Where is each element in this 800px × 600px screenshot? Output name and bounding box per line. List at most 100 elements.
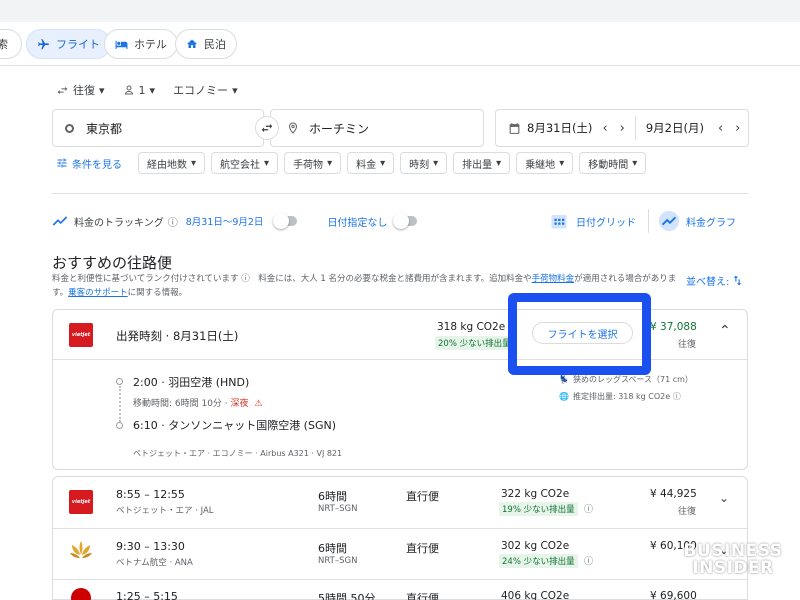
info-icon[interactable]: ⓘ [584,554,593,567]
filter-times[interactable]: 時刻 ▾ [400,152,448,174]
desc-text-1: 料金と利便性に基づいてランク付けされています ⓘ 料金には、大人 1 名分の必要… [52,274,532,284]
nav-tab-explore[interactable]: 索 [0,29,22,59]
nav-tab-flights[interactable]: フライト [26,29,111,59]
tracking-date-range: 8月31日〜9月2日 [185,217,264,228]
chevron-down-icon: ▾ [232,83,238,97]
filter-connecting-airports[interactable]: 乗継地 ▾ [516,152,574,174]
timeline-line [119,386,121,422]
filter-airlines-label: 航空会社 [220,159,261,171]
price-tracking-label: 料金のトラッキング [74,217,164,229]
filter-stops-label: 経由地数 [147,159,187,171]
tune-icon [56,157,68,169]
date-range-field[interactable]: 8月31日(土) ‹ › 9月2日(月) ‹ › [495,109,749,147]
depart-date[interactable]: 8月31日(土) [527,120,592,136]
filter-airlines[interactable]: 航空会社 ▾ [211,152,279,174]
chevron-down-icon: ▾ [327,157,333,169]
return-date[interactable]: 9月2日(月) [646,120,704,136]
chevron-down-icon: ▾ [99,83,105,97]
filter-emissions[interactable]: 排出量 ▾ [453,152,511,174]
swap-arrows-icon [56,84,69,97]
swap-horizontal-icon [260,121,274,135]
chevron-down-icon: ▾ [632,157,638,169]
info-icon[interactable]: ⓘ [584,502,593,515]
filter-bar: 条件を見る 経由地数 ▾ 航空会社 ▾ 手荷物 ▾ 料金 ▾ 時刻 ▾ 排出量 ▾ 乗継地 ▾… [56,152,647,174]
nav-tab-vacation-rentals[interactable]: 民泊 [175,29,237,59]
travel-time-text: 移動時間: 6時間 10分 · [133,399,231,409]
flight-airline: ベトジェット・エア · JAL [116,506,214,516]
arrival-time: 6:10 · タンソンニャット国際空港 (SGN) [133,419,337,432]
passengers-count: 1 [138,83,146,97]
filter-bags-label: 手荷物 [293,159,324,171]
trip-options: 往復 ▾ 1 ▾ エコノミー ▾ [56,82,238,98]
page: 索 フライト ホテル 民泊 往復 ▾ 1 ▾ エコノミー ▾ 東京都 ホーチミン… [0,0,800,600]
divider [52,193,748,194]
desc-text-3: に関する情報。 [127,288,188,298]
tracking-toggle[interactable] [273,213,298,229]
sort-label: 並べ替え: [686,277,730,288]
swap-locations-button[interactable] [255,116,279,140]
passengers-select[interactable]: 1 ▾ [123,82,155,98]
trip-type-select[interactable]: 往復 ▾ [56,82,105,98]
flight-stops: 直行便 [406,592,439,600]
expand-chevron-icon[interactable]: ⌄ [719,491,729,505]
depart-prev-chevron-icon[interactable]: ‹ [602,121,607,136]
return-next-chevron-icon[interactable]: › [735,121,740,136]
cabin-select[interactable]: エコノミー ▾ [173,82,238,98]
info-icon[interactable]: ⓘ [168,214,178,229]
globe-icon: 🌐 [559,392,569,401]
flight-route: NRT–SGN [318,504,358,514]
jal-logo [71,588,91,600]
filter-bags[interactable]: 手荷物 ▾ [284,152,342,174]
origin-value: 東京都 [86,121,123,136]
any-dates-toggle[interactable] [393,213,418,229]
flight-duration: 6時間 [318,490,347,503]
highlight-box [508,293,651,375]
filter-times-label: 時刻 [409,159,430,171]
legroom-info: 💺 狭めのレッグスペース（71 cm） [559,374,693,385]
flight-row[interactable]: vietjet 8:55 – 12:55 ベトジェット・エア · JAL 6時間… [53,477,747,528]
nav-tab-hotels[interactable]: ホテル [104,29,178,59]
depart-next-chevron-icon[interactable]: › [620,121,625,136]
chevron-down-icon: ▾ [496,157,502,169]
filter-duration[interactable]: 移動時間 ▾ [579,152,647,174]
origin-field[interactable]: 東京都 [52,109,264,147]
flight-co2: 302 kg CO2e [501,540,570,552]
vietjet-logo: vietjet [69,490,93,514]
chevron-down-icon: ▾ [264,157,270,169]
price-graph-label: 料金グラフ [686,217,736,229]
flight-time: 8:55 – 12:55 [116,488,185,501]
flight-row[interactable]: 1:25 – 5:15 5時間 50分 直行便 406 kg CO2e ¥ 69… [53,580,747,600]
passenger-assistance-link[interactable]: 乗客のサポート [68,288,128,298]
location-pin-icon [287,121,299,135]
filter-stops[interactable]: 経由地数 ▾ [138,152,206,174]
flight-co2-badge: 24% 少ない排出量 [499,554,578,568]
filter-duration-label: 移動時間 [588,159,629,171]
flight-time: 1:25 – 5:15 [116,590,178,600]
toolbar-divider [648,209,649,233]
origin-circle-icon [65,123,74,133]
filter-price[interactable]: 料金 ▾ [347,152,395,174]
baggage-fees-link[interactable]: 手荷物料金 [532,274,575,284]
timeline-start-dot [116,378,123,385]
trending-icon [52,215,68,227]
sort-button[interactable]: 並べ替え: [686,273,744,288]
est-emissions-label: 推定排出量: 318 kg CO2e ⓘ [572,392,681,401]
nav-tab-hotels-label: ホテル [134,38,167,51]
sort-icon [731,274,744,287]
return-prev-chevron-icon[interactable]: ‹ [718,121,723,136]
emissions-badge: 20% 少ない排出量 [435,336,514,350]
emissions-value: 318 kg CO2e [437,321,506,333]
destination-field[interactable]: ホーチミン [270,109,484,147]
flight-list: vietjet 8:55 – 12:55 ベトジェット・エア · JAL 6時間… [52,476,748,600]
date-grid-button[interactable]: 日付グリッド [550,212,636,230]
flight-co2: 322 kg CO2e [501,488,570,500]
flight-row[interactable]: 9:30 – 13:30 ベトナム航空 · ANA 6時間 NRT–SGN 直行… [53,529,747,579]
price-graph-button[interactable]: 料金グラフ [658,210,736,232]
travel-time: 移動時間: 6時間 10分 · 深夜 ⚠ [133,396,262,409]
flight-price: ¥ 37,088 [650,321,697,333]
results-title: おすすめの往路便 [52,254,173,272]
collapse-chevron-icon[interactable]: ⌃ [719,323,731,339]
plane-icon [37,38,50,51]
all-filters-button[interactable]: 条件を見る [56,156,122,171]
price-graph-icon [658,210,680,232]
